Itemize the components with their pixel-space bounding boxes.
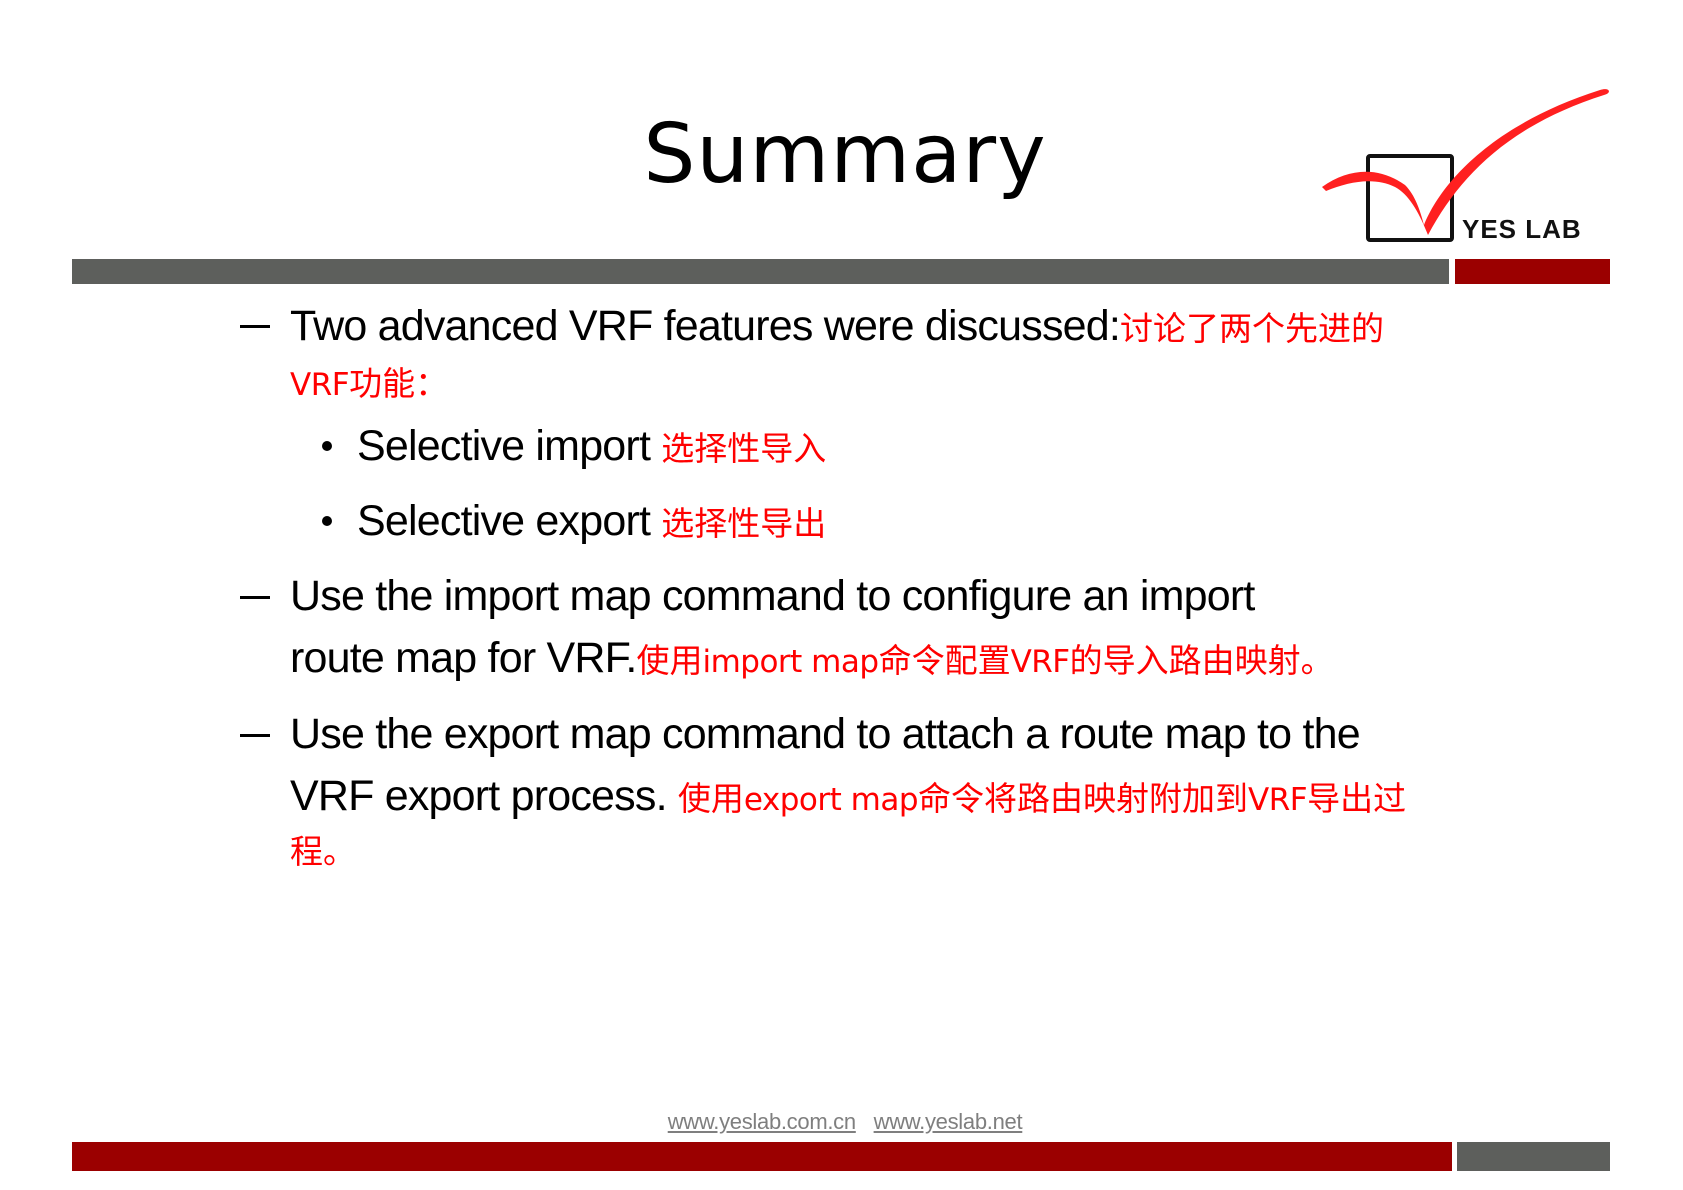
- item-1-en: Two advanced VRF features were discussed…: [290, 302, 1121, 350]
- item-2-cn-lat-b: VRF: [1010, 644, 1071, 680]
- subitem-import: Selective import 选择性导入: [357, 418, 826, 477]
- footer-bar-red: [72, 1142, 1452, 1171]
- subitem-export: Selective export 选择性导出: [357, 493, 826, 552]
- footer-link-cn[interactable]: www.yeslab.com.cn: [668, 1109, 856, 1134]
- item-1-cn-lat: VRF: [290, 367, 350, 403]
- item-1-line-1: Two advanced VRF features were discussed…: [290, 298, 1384, 357]
- footer-links: www.yeslab.com.cn www.yeslab.net: [0, 1109, 1683, 1135]
- header-divider-red: [1455, 259, 1610, 284]
- footer-link-net[interactable]: www.yeslab.net: [874, 1109, 1023, 1134]
- subitem-export-cn: 选择性导出: [661, 504, 827, 543]
- subitem-import-cn: 选择性导入: [661, 429, 827, 468]
- item-3-en-2: VRF export process.: [290, 772, 668, 820]
- item-2-cn-a: 使用: [636, 641, 703, 680]
- dash-bullet: [240, 596, 270, 599]
- dash-bullet: [240, 325, 270, 328]
- item-1-cn-2: 功能：: [349, 364, 449, 403]
- item-3-cn-b: 命令将路由映射附加到: [918, 779, 1249, 818]
- dash-bullet: [240, 734, 270, 737]
- item-3-cn-lat-a: export map: [743, 782, 919, 818]
- subitem-import-en: Selective import: [357, 422, 651, 470]
- item-2-line-1: Use the import map command to configure …: [290, 572, 1255, 620]
- item-1-line-2: VRF功能：: [290, 356, 448, 413]
- item-2-en-2: route map for VRF.: [290, 634, 637, 682]
- item-1-cn: 讨论了两个先进的: [1120, 309, 1385, 348]
- logo-text: YES LAB: [1462, 214, 1582, 244]
- item-3-line-2: VRF export process. 使用export map命令将路由映射附…: [290, 768, 1406, 828]
- item-3-line-1: Use the export map command to attach a r…: [290, 710, 1361, 758]
- subitem-export-en: Selective export: [357, 497, 651, 545]
- item-3-cn-lat-b: VRF: [1248, 782, 1308, 818]
- item-3-cn-c: 导出过: [1307, 779, 1407, 818]
- bullet-dot: [322, 441, 332, 451]
- header-divider-gray: [72, 259, 1449, 284]
- item-2-line-2: route map for VRF.使用import map命令配置VRF的导入…: [290, 630, 1334, 690]
- item-2-cn-lat-a: import map: [702, 644, 879, 680]
- bullet-dot: [322, 516, 332, 526]
- item-3-line-3: 程。: [290, 832, 356, 871]
- item-2-cn: 使用import map命令配置VRF的导入路由映射。: [636, 641, 1333, 680]
- item-2-cn-b: 命令配置: [878, 641, 1011, 680]
- item-3-cn: 使用export map命令将路由映射附加到VRF导出过: [678, 779, 1406, 818]
- item-2-cn-c: 的导入路由映射。: [1069, 641, 1334, 680]
- footer-bar-gray: [1457, 1142, 1610, 1171]
- item-3-cn-a: 使用: [677, 779, 744, 818]
